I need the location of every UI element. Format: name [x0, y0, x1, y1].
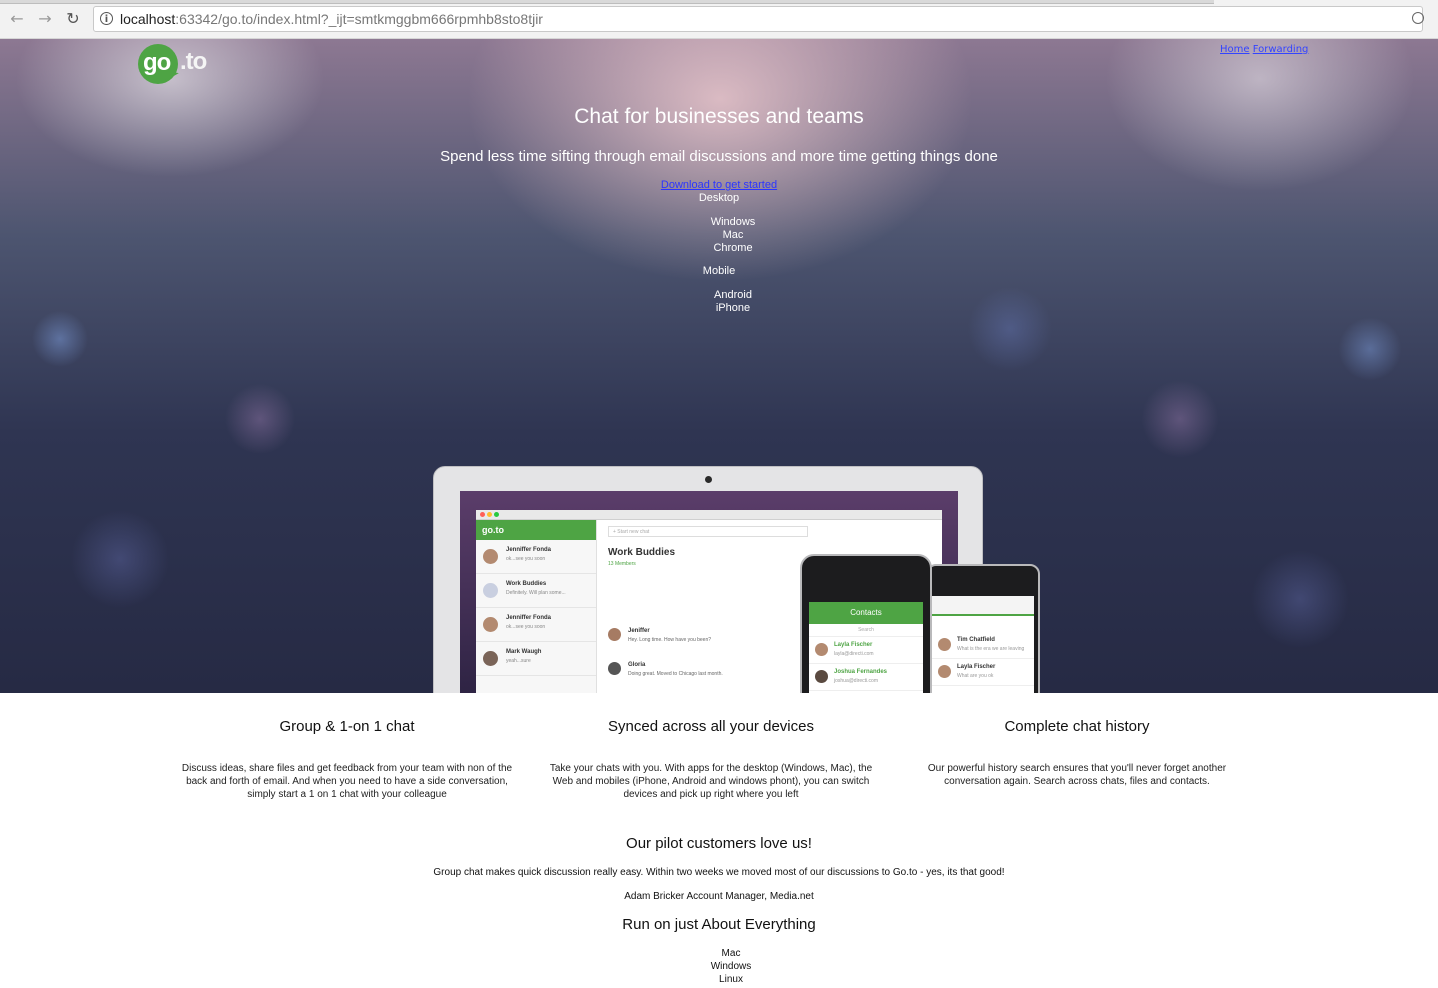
app-members-count: 13 Members: [608, 561, 636, 567]
contact-name: Layla Fischer: [834, 642, 873, 648]
desktop-heading: Desktop: [698, 192, 740, 204]
message-author: Gloria: [628, 662, 646, 668]
hero-section: go .to Home Forwarding Chat for business…: [0, 39, 1438, 693]
url-path: :63342/go.to/index.html?_ijt=smtkmggbm66…: [175, 11, 543, 27]
platforms-title: Run on just About Everything: [622, 916, 816, 933]
feature-title-history: Complete chat history: [1004, 718, 1150, 735]
avatar: [608, 662, 621, 675]
contact-message: Definitely. Will plan some...: [506, 590, 566, 596]
app-search-box: + Start new chat: [608, 526, 808, 537]
reload-icon[interactable]: ↻: [64, 10, 82, 28]
url-host: localhost: [120, 11, 176, 27]
logo-go-text: go: [143, 49, 171, 76]
contact-message: ok...see you soon: [506, 624, 546, 630]
desktop-mac-link[interactable]: Mac: [14, 229, 1438, 242]
contact-message: layla@directi.com: [834, 651, 874, 657]
browser-toolbar: ← → ↻ i localhost:63342/go.to/index.html…: [0, 0, 1438, 39]
contact-name: Work Buddies: [506, 581, 547, 587]
logo-to-text: .to: [180, 48, 207, 75]
contact-message: yeah...sure: [506, 658, 531, 664]
platform-linux: Linux: [719, 974, 743, 985]
iphone-screen: Contacts Search Layla Fischer layla@direc…: [809, 602, 923, 693]
avatar: [483, 549, 498, 564]
contact-name: Tim Chatfield: [957, 637, 995, 643]
feature-title-sync: Synced across all your devices: [608, 718, 814, 735]
list-item: Jenniffer Fonda ok...see you soon: [476, 608, 596, 642]
message-text: Doing great. Moved to Chicago last month…: [628, 671, 723, 677]
app-room-title: Work Buddies: [608, 547, 676, 558]
close-dot-icon: [480, 512, 485, 517]
contact-name: Mark Waugh: [506, 649, 542, 655]
hero-subtitle: Spend less time sifting through email di…: [440, 148, 998, 165]
group-avatar: [483, 583, 498, 598]
android-toolbar: [932, 596, 1034, 616]
avatar: [608, 628, 621, 641]
list-item: Layla Fischer layla@directi.com: [809, 637, 923, 664]
android-screen: Tim Chatfield What is the era we are leav…: [932, 596, 1034, 693]
contact-name: Layla Fischer: [957, 664, 996, 670]
list-item: Mark Waugh yeah...sure: [476, 642, 596, 676]
nav-forwarding-link[interactable]: Forwarding: [1253, 44, 1309, 55]
nav-home-link[interactable]: Home: [1220, 44, 1250, 55]
android-phone-mockup: Tim Chatfield What is the era we are leav…: [926, 564, 1040, 693]
avatar: [483, 617, 498, 632]
contact-message: joshua@directi.com: [834, 678, 878, 684]
avatar: [815, 670, 828, 683]
zoom-icon[interactable]: [1412, 12, 1424, 24]
address-bar[interactable]: i localhost:63342/go.to/index.html?_ijt=…: [93, 6, 1424, 32]
minimize-dot-icon: [487, 512, 492, 517]
mobile-heading: Mobile: [702, 265, 736, 277]
contact-name: Joshua Fernandes: [834, 669, 888, 675]
desktop-windows-link[interactable]: Windows: [14, 216, 1438, 229]
platform-windows: Windows: [710, 961, 752, 972]
top-nav: Home Forwarding: [1220, 44, 1308, 55]
forward-arrow-icon[interactable]: →: [36, 10, 54, 28]
app-sidebar-logo: go.to: [476, 520, 596, 540]
contact-name: Jenniffer Fonda: [506, 615, 552, 621]
platform-mac: Mac: [721, 948, 741, 959]
mobile-iphone-link[interactable]: iPhone: [14, 302, 1438, 315]
avatar: [938, 638, 951, 651]
zoom-dot-icon: [494, 512, 499, 517]
list-item: Tim Chatfield What is the era we are leav…: [932, 632, 1034, 659]
back-arrow-icon[interactable]: ←: [8, 10, 26, 28]
contact-name: Jenniffer Fonda: [506, 547, 552, 553]
app-titlebar: [476, 510, 942, 520]
feature-text-group-chat: Discuss ideas, share files and get feedb…: [181, 763, 513, 800]
list-item: Joshua Fernandes joshua@directi.com: [809, 664, 923, 691]
hero-title: Chat for businesses and teams: [574, 105, 864, 128]
feature-text-sync: Take your chats with you. With apps for …: [549, 763, 873, 800]
app-sidebar: go.to Jenniffer Fonda ok...see you soon W…: [476, 520, 597, 693]
contact-message: ok...see you soon: [506, 556, 546, 562]
download-link[interactable]: Download to get started: [661, 179, 777, 191]
download-section: Download to get started: [0, 179, 1438, 191]
iphone-mockup: Contacts Search Layla Fischer layla@direc…: [800, 554, 932, 693]
desktop-chrome-link[interactable]: Chrome: [14, 242, 1438, 255]
feature-title-group-chat: Group & 1-on 1 chat: [279, 718, 415, 735]
info-icon[interactable]: i: [100, 12, 113, 25]
list-item: Jenniffer Fonda ok...see you soon: [476, 540, 596, 574]
goto-logo[interactable]: go .to: [138, 44, 218, 86]
tab-strip: [0, 0, 1214, 4]
phone-search: Search: [809, 624, 923, 637]
message-text: Hey. Long time. How have you been?: [628, 637, 712, 643]
testimonials-title: Our pilot customers love us!: [626, 835, 812, 852]
testimonial-author: Adam Bricker Account Manager, Media.net: [624, 891, 814, 902]
avatar: [938, 665, 951, 678]
contact-message: What is the era we are leaving: [957, 646, 1025, 652]
testimonial-quote: Group chat makes quick discussion really…: [433, 867, 1005, 878]
feature-text-history: Our powerful history search ensures that…: [927, 763, 1227, 787]
message-author: Jeniffer: [628, 628, 650, 634]
list-item: Layla Fischer What are you ok: [932, 659, 1034, 686]
url-text: localhost:63342/go.to/index.html?_ijt=sm…: [120, 11, 543, 27]
contact-message: What are you ok: [957, 673, 994, 679]
mobile-android-link[interactable]: Android: [14, 289, 1438, 302]
laptop-camera: [705, 476, 712, 483]
list-item: Work Buddies Definitely. Will plan some..…: [476, 574, 596, 608]
phone-contacts-header: Contacts: [809, 602, 923, 624]
avatar: [815, 643, 828, 656]
avatar: [483, 651, 498, 666]
